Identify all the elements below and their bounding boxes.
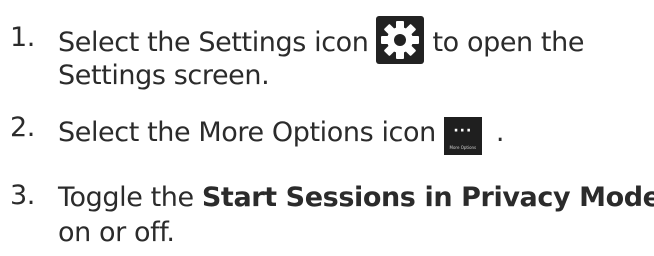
step-number: 3. xyxy=(10,180,35,211)
step-1-text-before: Select the Settings icon xyxy=(58,26,369,58)
step-1-text-line2: Settings screen. xyxy=(58,60,270,91)
more-options-caption: More Options xyxy=(449,145,477,150)
step-number: 2. xyxy=(10,112,35,143)
instruction-steps: 1. Select the Settings icon to open the … xyxy=(0,0,654,256)
step-2-text-after: . xyxy=(495,116,505,148)
step-3-text-line2: on or off. xyxy=(58,217,175,248)
step-text: Select the Settings icon to open the Set… xyxy=(58,16,585,93)
step-text: Select the More Options icon ··· More Op… xyxy=(58,112,505,155)
step-text: Toggle the Start Sessions in Privacy Mod… xyxy=(58,180,654,250)
step-1-text-after: to open the xyxy=(432,26,585,58)
step-1: 1. Select the Settings icon to open the … xyxy=(10,16,585,93)
step-2: 2. Select the More Options icon ··· More… xyxy=(10,112,505,155)
more-options-dots: ··· xyxy=(453,123,473,139)
step-3: 3. Toggle the Start Sessions in Privacy … xyxy=(10,180,654,250)
step-number: 1. xyxy=(10,22,35,53)
step-2-text-before: Select the More Options icon xyxy=(58,116,436,148)
gear-icon xyxy=(376,16,425,64)
step-3-text-before: Toggle the xyxy=(58,182,202,213)
more-options-icon: ··· More Options xyxy=(443,117,482,155)
setting-name: Start Sessions in Privacy Mode xyxy=(201,182,654,213)
